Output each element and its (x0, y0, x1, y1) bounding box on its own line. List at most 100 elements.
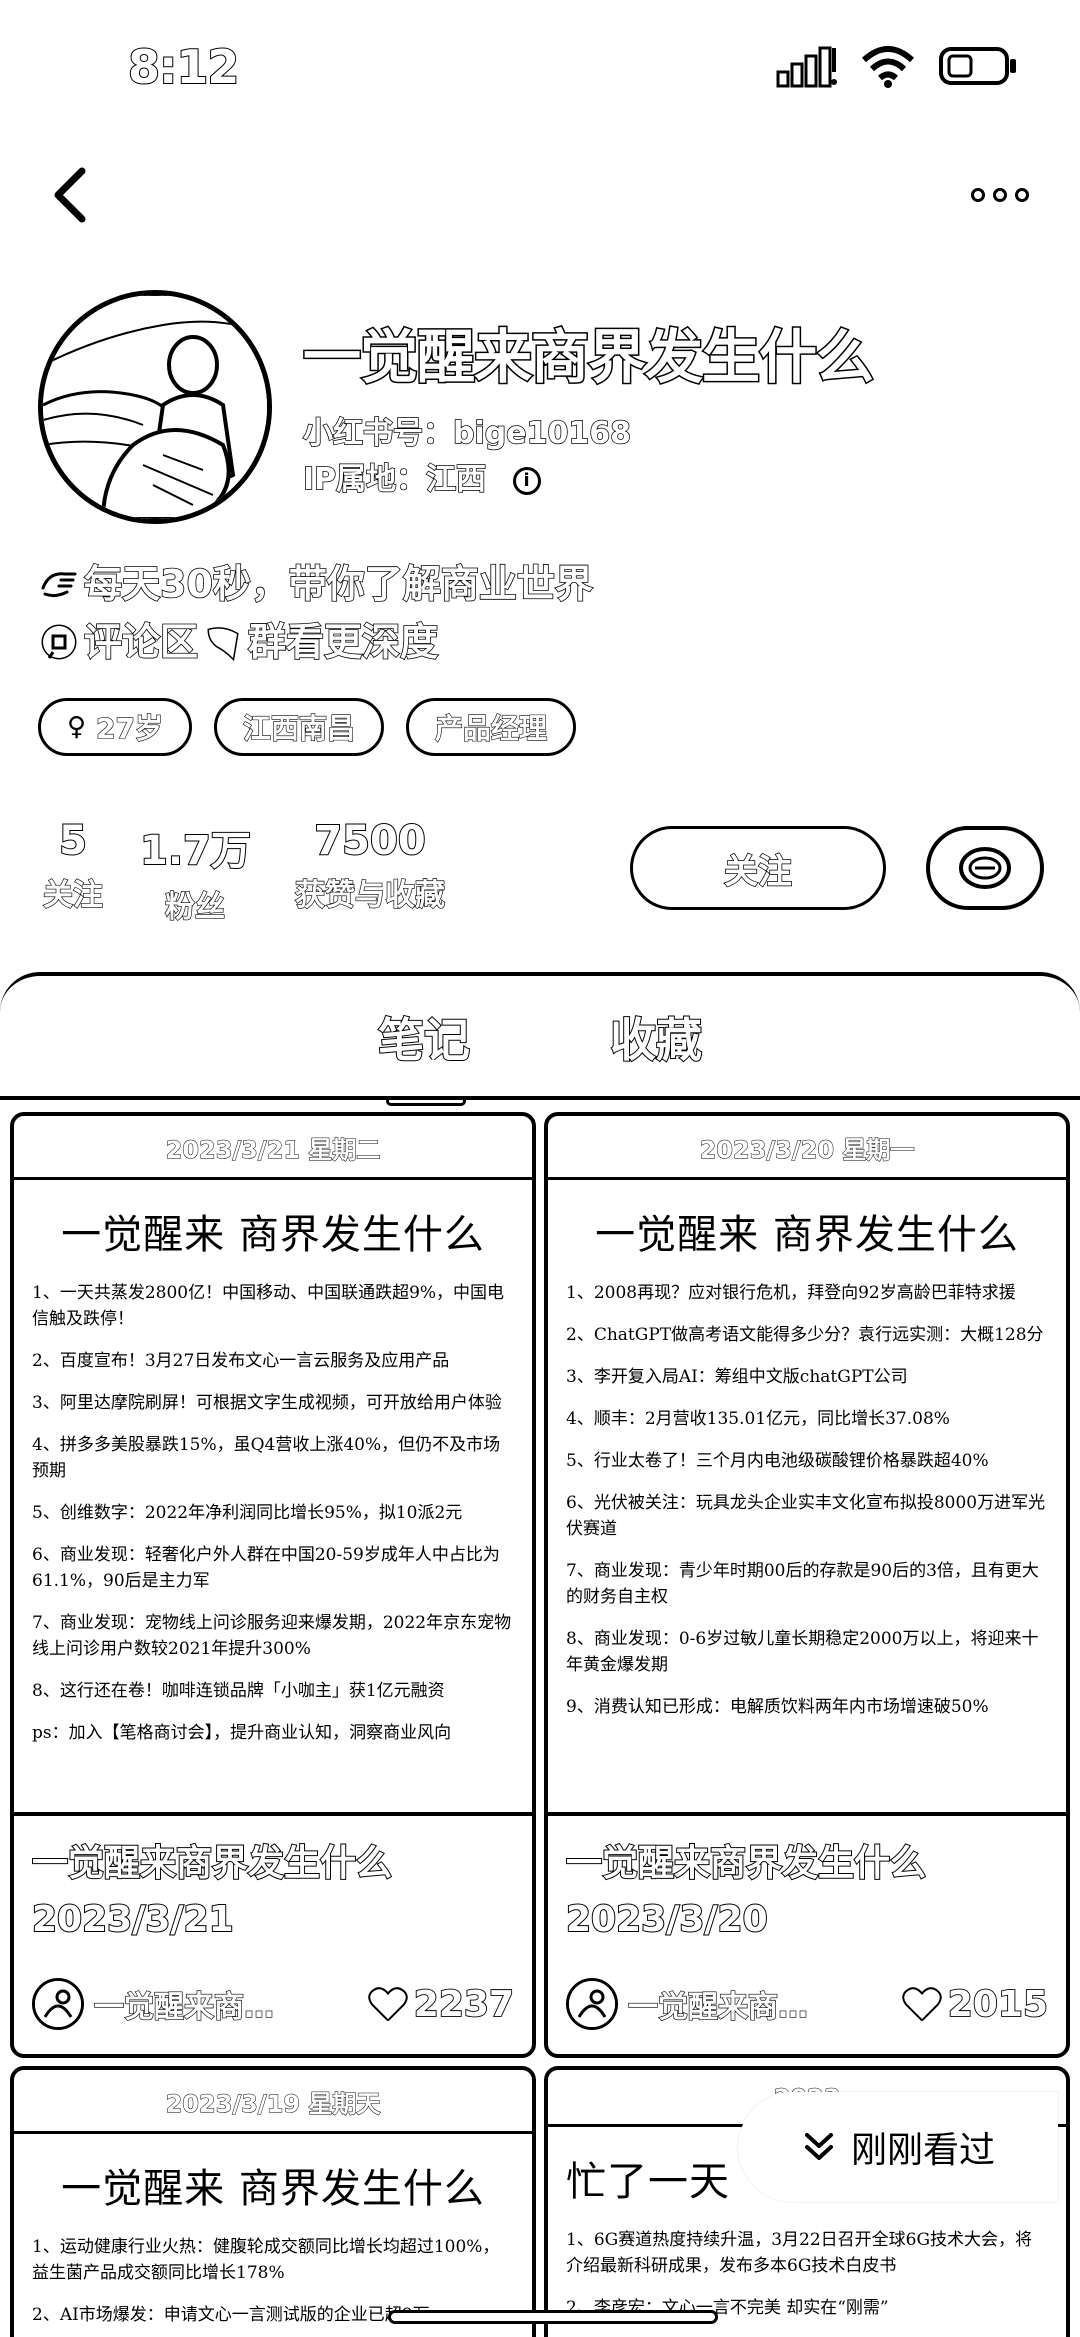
info-icon[interactable]: i (512, 466, 541, 495)
stat-label: 粉丝 (164, 889, 225, 925)
list-item: 8、商业发现：0-6岁过敏儿童长期稳定2000万以上，将迎来十年黄金爆发期 (566, 1629, 1039, 1675)
note-meta: 一觉醒来商界... 2237 (32, 1974, 515, 2034)
list-item: ps：加入【笔格商讨会】，提升商业认知，洞察商业风向 (32, 1723, 452, 1743)
nav-bar (0, 150, 1080, 240)
list-item: 2、ChatGPT做高考语文能得多少分？袁行远实测：大概128分 (566, 1325, 1044, 1345)
recently-viewed-button[interactable]: 刚刚看过 (738, 2092, 1058, 2202)
gender-icon: ♀ (67, 712, 87, 742)
divider (14, 1177, 532, 1180)
bio-text-2a: 评论区 (83, 619, 199, 665)
comment-icon (38, 621, 80, 663)
stat-likes-collects[interactable]: 7500 获赞与收藏 (290, 817, 450, 914)
status-bar: 8:12 (0, 0, 1080, 140)
bio-text-2b: 群看更深度 (247, 619, 439, 665)
tab-notes[interactable]: 笔记 (377, 1004, 471, 1070)
bio-text-1: 每天30秒，带你了解商业世界 (83, 561, 593, 607)
cover-headline: 一觉醒来 商界发生什么 (61, 1212, 485, 1258)
more-dot-icon (993, 188, 1007, 202)
note-cover: 2023/3/20 星期一 一觉醒来 商界发生什么 1、2008再现？应对银行危… (548, 1116, 1066, 1816)
list-item: 7、商业发现：宠物线上问诊服务迎来爆发期，2022年京东宠物线上问诊用户数较20… (32, 1613, 512, 1659)
like-count: 2237 (413, 1983, 515, 2026)
author-name[interactable]: 一觉醒来商界... (628, 1982, 828, 2026)
more-button[interactable] (960, 170, 1040, 220)
stat-number: 5 (58, 817, 88, 865)
stat-number: 1.7万 (139, 827, 252, 875)
heart-icon (902, 1987, 942, 2021)
home-indicator[interactable] (388, 2310, 718, 2324)
note-cover: 2023/3/21 星期二 一觉醒来 商界发生什么 1、一天共蒸发2800亿！中… (14, 1116, 532, 1816)
tag-location: 江西南昌 (214, 698, 385, 756)
divider (0, 1096, 1080, 1100)
author-name[interactable]: 一觉醒来商界... (94, 1982, 294, 2026)
bio-line: 评论区 群看更深度 (38, 613, 593, 671)
status-icons (776, 44, 1018, 88)
note-title: 一觉醒来商界发生什么2023/3/20 (565, 1842, 927, 1941)
list-item: 1、6G赛道热度持续升温，3月22日召开全球6G技术大会，将介绍最新科研成果，发… (566, 2230, 1033, 2276)
list-item: 1、运动健康行业火热：健腹轮成交额同比增长均超过100%，益生菌产品成交额同比增… (32, 2237, 500, 2283)
list-item: 3、李开复入局AI：筹组中文版chatGPT公司 (566, 1367, 908, 1387)
like-button[interactable]: 2237 (368, 1983, 515, 2026)
note-card[interactable]: 2023/3/19 星期天 一觉醒来 商界发生什么 1、运动健康行业火热：健腹轮… (10, 2066, 536, 2337)
divider (548, 1177, 1066, 1180)
stat-label: 获赞与收藏 (294, 877, 445, 913)
profile-tags: ♀ 27岁 江西南昌 产品经理 (38, 698, 577, 756)
list-item: 5、行业太卷了！三个月内电池级碳酸锂价格暴跌超40% (566, 1451, 989, 1471)
battery-icon (939, 47, 1016, 85)
list-item: 2、百度宣布！3月27日发布文心一言云服务及应用产品 (32, 1351, 450, 1371)
chevron-double-down-icon (804, 2133, 833, 2160)
list-item: 4、顺丰：2月营收135.01亿元，同比增长37.08% (566, 1409, 950, 1429)
avatar[interactable] (38, 290, 272, 524)
pointing-down-icon (202, 621, 244, 663)
list-item: 9、消费认知已形成：电解质饮料两年内市场增速破50% (566, 1697, 989, 1717)
ip-location-text: IP属地：江西 (302, 461, 487, 498)
list-item: 1、一天共蒸发2800亿！中国移动、中国联通跌超9%，中国电信触及跌停！ (32, 1283, 505, 1329)
heart-icon (368, 1987, 408, 2021)
signal-icon (776, 46, 837, 88)
chat-bubble-icon (959, 847, 1011, 889)
tag-label: 产品经理 (434, 711, 548, 745)
tag-occupation: 产品经理 (406, 698, 577, 756)
avatar-image (43, 295, 267, 519)
list-item: 6、光伏被关注：玩具龙头企业实丰文化宣布拟投8000万进军光伏赛道 (566, 1493, 1046, 1539)
tag-label: 江西南昌 (242, 711, 356, 745)
like-count: 2015 (947, 1983, 1049, 2026)
stat-following[interactable]: 5 关注 (38, 817, 108, 914)
note-footer: 一觉醒来商界发生什么2023/3/20 一觉醒来商界... 2015 (548, 1816, 1066, 2052)
tab-bar: 笔记 收藏 (0, 1004, 1080, 1106)
list-item: 7、商业发现：青少年时期00后的存款是90后的3倍，且有更大的财务自主权 (566, 1561, 1039, 1607)
tag-age: ♀ 27岁 (38, 698, 193, 756)
list-item: 4、拼多多美股暴跌15%，虽Q4营收上涨40%，但仍不及市场预期 (32, 1435, 501, 1481)
follow-button[interactable]: 关注 (630, 826, 886, 910)
tag-label: 27岁 (95, 711, 164, 745)
back-button[interactable] (40, 160, 100, 230)
cover-date: 2023/3/21 星期二 (165, 1136, 381, 1165)
wifi-icon (861, 46, 915, 88)
profile-name: 一觉醒来商界发生什么 (301, 322, 875, 393)
more-dot-icon (1015, 188, 1029, 202)
like-button[interactable]: 2015 (902, 1983, 1049, 2026)
message-button[interactable] (926, 826, 1044, 910)
author-avatar[interactable] (566, 1978, 618, 2030)
cover-headline: 一觉醒来 商界发生什么 (61, 2166, 485, 2212)
cover-date: 2023/3/20 星期一 (699, 1136, 915, 1165)
cover-headline: 一觉醒来 商界发生什么 (595, 1212, 1019, 1258)
recently-viewed-label: 刚刚看过 (850, 2130, 995, 2171)
list-item: 6、商业发现：轻奢化户外人群在中国20-59岁成年人中占比为61.1%，90后是… (32, 1545, 500, 1591)
note-meta: 一觉醒来商界... 2015 (566, 1974, 1049, 2034)
cover-list: 1、6G赛道热度持续升温，3月22日召开全球6G技术大会，将介绍最新科研成果，发… (566, 2227, 1048, 2321)
author-avatar[interactable] (32, 1978, 84, 2030)
cover-list: 1、一天共蒸发2800亿！中国移动、中国联通跌超9%，中国电信触及跌停！ 2、百… (32, 1280, 514, 1746)
stat-followers[interactable]: 1.7万 粉丝 (139, 818, 252, 926)
list-item: 1、2008再现？应对银行危机，拜登向92岁高龄巴菲特求援 (566, 1283, 1016, 1303)
note-card[interactable]: 2023/3/20 星期一 一觉醒来 商界发生什么 1、2008再现？应对银行危… (544, 1112, 1070, 2058)
stat-label: 关注 (42, 877, 103, 913)
stat-number: 7500 (313, 817, 426, 865)
tab-favorites[interactable]: 收藏 (609, 1004, 703, 1070)
cover-list: 1、2008再现？应对银行危机，拜登向92岁高龄巴菲特求援 2、ChatGPT做… (566, 1280, 1048, 1720)
profile-id: 小红书号：bige10168 (302, 415, 631, 452)
note-cover: 2023/3/19 星期天 一觉醒来 商界发生什么 1、运动健康行业火热：健腹轮… (14, 2070, 532, 2337)
profile-ip-location: IP属地：江西 i (302, 454, 541, 498)
note-card[interactable]: 2023/3/21 星期二 一觉醒来 商界发生什么 1、一天共蒸发2800亿！中… (10, 1112, 536, 2058)
hand-pointing-icon (38, 563, 80, 605)
list-item: 5、创维数字：2022年净利润同比增长95%，拟10派2元 (32, 1503, 463, 1523)
